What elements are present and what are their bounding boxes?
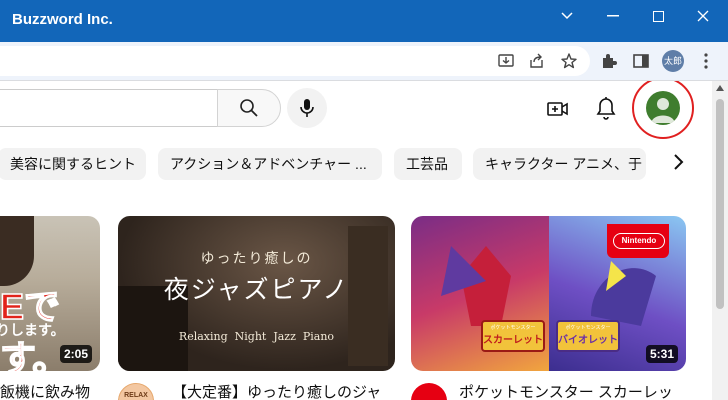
channel-avatar-2[interactable]: RELAX bbox=[118, 383, 154, 400]
thumbnail-title: 夜ジャズピアノ bbox=[163, 275, 350, 304]
chip-character-anime[interactable]: キャラクター アニメ、于 bbox=[473, 148, 646, 180]
side-panel-icon[interactable] bbox=[631, 51, 651, 71]
scroll-up-arrow-icon[interactable] bbox=[716, 85, 724, 91]
chips-next-button[interactable] bbox=[672, 153, 692, 175]
scrollbar-thumb[interactable] bbox=[716, 99, 724, 309]
search-icon bbox=[240, 99, 258, 117]
video-thumbnail-3[interactable]: Nintendo ポケットモンスター スカーレット ポケットモンスター バイオレ… bbox=[411, 216, 686, 371]
video-duration: 5:31 bbox=[645, 345, 678, 363]
thumbnail-subtitle: ゆったり癒しの bbox=[200, 251, 313, 267]
highlight-circle bbox=[632, 81, 694, 139]
video-camera-add-icon bbox=[547, 102, 568, 116]
chip-crafts[interactable]: 工芸品 bbox=[394, 148, 462, 180]
video-title-1[interactable]: 飯機に飲み物 bbox=[0, 381, 90, 400]
window-titlebar: Buzzword Inc. bbox=[0, 0, 728, 42]
channel-avatar-3[interactable] bbox=[411, 383, 447, 400]
tab-search-chevron-icon[interactable] bbox=[544, 0, 590, 32]
menu-kebab-icon[interactable] bbox=[696, 51, 716, 71]
video-thumbnail-2[interactable]: ゆったり癒しの 夜ジャズピアノ Relaxing Night Jazz Pian… bbox=[118, 216, 395, 371]
extensions-puzzle-icon[interactable] bbox=[599, 51, 619, 71]
install-app-icon[interactable] bbox=[496, 51, 516, 71]
share-icon[interactable] bbox=[527, 51, 547, 71]
violet-logo: ポケットモンスター バイオレット bbox=[556, 320, 620, 352]
page-scrollbar[interactable] bbox=[712, 81, 728, 400]
video-thumbnail-1[interactable]: Eです。 りします。 2:05 bbox=[0, 216, 100, 371]
minimize-button[interactable] bbox=[590, 0, 636, 32]
address-bar[interactable] bbox=[0, 46, 590, 76]
video-title-2[interactable]: 【大定番】ゆったり癒しのジャ bbox=[172, 381, 381, 400]
close-button[interactable] bbox=[680, 0, 726, 32]
thumbnail-caption: Relaxing Night Jazz Piano bbox=[178, 330, 335, 343]
window-title: Buzzword Inc. bbox=[12, 11, 113, 28]
browser-toolbar: 太郎 bbox=[0, 42, 728, 81]
browser-profile-avatar[interactable]: 太郎 bbox=[662, 50, 684, 72]
notifications-button[interactable] bbox=[594, 96, 618, 122]
microphone-icon bbox=[300, 99, 314, 117]
maximize-button[interactable] bbox=[635, 0, 681, 32]
chip-action-adventure[interactable]: アクション＆アドベンチャー ... bbox=[158, 148, 382, 180]
chip-beauty-tips[interactable]: 美容に関するヒント bbox=[0, 148, 146, 180]
person-hair bbox=[0, 216, 34, 286]
bookmark-star-icon[interactable] bbox=[559, 51, 579, 71]
search-button[interactable] bbox=[217, 89, 281, 127]
youtube-page: 美容に関するヒント アクション＆アドベンチャー ... 工芸品 キャラクター ア… bbox=[0, 81, 712, 400]
voice-search-button[interactable] bbox=[287, 88, 327, 128]
nintendo-badge: Nintendo bbox=[607, 224, 669, 258]
video-title-3[interactable]: ポケットモンスター スカーレッ bbox=[459, 381, 673, 400]
search-input[interactable] bbox=[0, 89, 217, 127]
create-video-button[interactable] bbox=[546, 97, 570, 121]
thumbnail-caption-small: りします。 bbox=[0, 322, 65, 338]
chevron-right-icon bbox=[674, 154, 684, 170]
scarlet-logo: ポケットモンスター スカーレット bbox=[481, 320, 545, 352]
bell-icon bbox=[596, 97, 616, 120]
video-duration: 2:05 bbox=[59, 345, 92, 363]
